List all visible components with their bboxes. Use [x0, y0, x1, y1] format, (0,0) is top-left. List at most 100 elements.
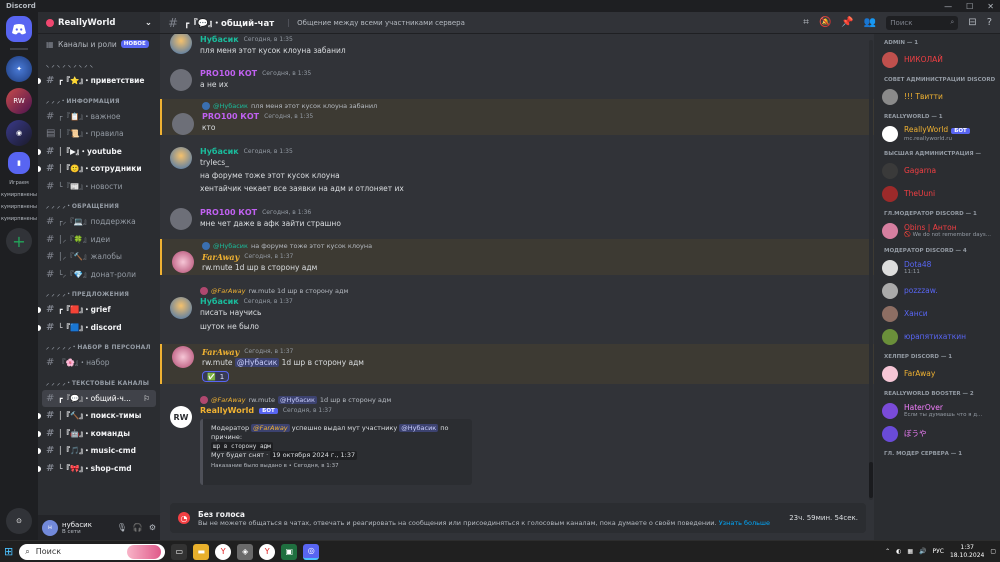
message-mention-highlight[interactable]: @Нубасик пля меня этот кусок клоуна забан…: [160, 99, 874, 135]
discover-icon[interactable]: ⊙: [6, 508, 32, 534]
message-author[interactable]: Нубасик: [200, 297, 239, 306]
channel-welcome[interactable]: # ┏『⭐』・приветствие: [38, 72, 160, 90]
avatar[interactable]: [882, 365, 898, 382]
avatar[interactable]: [172, 251, 194, 273]
message[interactable]: @FarAway rw.mute @Нубасик 1d шр в сторону а…: [160, 395, 874, 491]
channel-item[interactable]: # ┌⸝『💻』поддержка: [38, 213, 160, 231]
close-icon[interactable]: ✕: [987, 2, 994, 11]
avatar[interactable]: [172, 113, 194, 135]
server-label[interactable]: Играем: [9, 180, 28, 186]
avatar[interactable]: [882, 88, 898, 105]
server-label[interactable]: кумирпвнены: [1, 192, 37, 198]
channel-item[interactable]: ▤ │『📜』・правила: [38, 125, 160, 143]
member-item[interactable]: HaterOver Если ты думаешь что я д...: [874, 399, 1000, 422]
bot-avatar[interactable]: RW: [170, 406, 192, 428]
category-text[interactable]: ⸝ ⸝ ⸝ ⸝・ТЕКСТОВЫЕ КАНАЛЫ: [38, 372, 160, 390]
server-icon[interactable]: ✦: [6, 56, 32, 82]
pin-icon[interactable]: 📌: [841, 17, 853, 28]
member-item[interactable]: юрапятихаткин: [874, 325, 1000, 348]
channel-item[interactable]: # 『🌸』・набор: [38, 354, 160, 372]
member-item[interactable]: Obins | Антон 🚫 We do not remember days..…: [874, 219, 1000, 242]
reply-preview[interactable]: @FarAway rw.mute 1d шр в сторону адм: [200, 286, 874, 296]
message[interactable]: PRO100 КОТ Сегодня, в 1:35 а не их: [160, 68, 874, 91]
task-view-icon[interactable]: ▭: [171, 543, 188, 560]
server-icon[interactable]: RW: [6, 88, 32, 114]
member-item[interactable]: !!! Твитти: [874, 85, 1000, 108]
chevron-down-icon[interactable]: ⌄: [145, 18, 152, 28]
guild-header[interactable]: ReallyWorld ⌄: [38, 12, 160, 34]
file-explorer-icon[interactable]: ▬: [193, 543, 210, 560]
avatar[interactable]: [882, 402, 898, 419]
channel-item[interactable]: # │『🙂』・сотрудники: [38, 160, 160, 178]
message-author[interactable]: Нубасик: [200, 35, 239, 44]
member-item[interactable]: Gagarna: [874, 159, 1000, 182]
avatar[interactable]: [882, 222, 898, 239]
yandex-browser-icon[interactable]: Y: [215, 543, 232, 560]
yandex-icon[interactable]: Y: [259, 543, 276, 560]
scrollbar-track[interactable]: [869, 40, 873, 500]
search-input[interactable]: Поиск ⌕: [886, 15, 959, 30]
user-mention[interactable]: @FarAway: [251, 424, 290, 432]
volume-icon[interactable]: 🔊: [919, 548, 926, 555]
avatar[interactable]: [170, 297, 192, 319]
member-item[interactable]: ReallyWorld БОТ mc.reallyworld.ru: [874, 122, 1000, 145]
members-icon[interactable]: 👥: [864, 17, 876, 28]
help-icon[interactable]: ?: [987, 17, 992, 28]
avatar[interactable]: [882, 425, 898, 442]
network-icon[interactable]: ▦: [907, 548, 913, 555]
avatar[interactable]: [170, 34, 192, 54]
reaction-button[interactable]: ✅ 1: [202, 371, 230, 382]
avatar[interactable]: [170, 69, 192, 91]
discord-taskbar-icon[interactable]: ◎: [303, 543, 320, 560]
message-author[interactable]: PRO100 КОТ: [200, 208, 257, 217]
reply-preview[interactable]: @Нубасик пля меня этот кусок клоуна забан…: [202, 101, 874, 111]
member-item[interactable]: Ханси: [874, 302, 1000, 325]
message-author[interactable]: PRO100 КОТ: [200, 69, 257, 78]
message[interactable]: Нубасик Сегодня, в 1:35 пля меня этот кус…: [160, 34, 874, 56]
channel-item[interactable]: # │『▶』・youtube: [38, 143, 160, 161]
category-staff[interactable]: ⸝ ⸝ ⸝ ⸝ ⸝・НАБОР В ПЕРСОНАЛ: [38, 336, 160, 354]
server-label[interactable]: кумирпвнены: [1, 216, 37, 222]
reply-preview[interactable]: @Нубасик на форуме тоже этот кусок клоуна: [202, 241, 874, 251]
avatar[interactable]: [882, 125, 898, 142]
category-header[interactable]: ⸜ ⸝ ⸜ ⸝ ⸜ ⸝ ⸜ ⸝ ⸜: [38, 54, 160, 72]
avatar[interactable]: [882, 282, 898, 299]
message-author[interactable]: PRO100 КОТ: [202, 112, 259, 121]
message-mention-highlight[interactable]: FarAway Сегодня, в 1:37 rw.mute @Нубасик …: [160, 344, 874, 384]
avatar[interactable]: [882, 259, 898, 276]
threads-icon[interactable]: ⌗: [803, 17, 809, 28]
headphones-icon[interactable]: 🎧: [133, 523, 143, 532]
gear-icon[interactable]: ⚙: [149, 523, 156, 532]
maximize-icon[interactable]: ☐: [966, 2, 973, 11]
chevron-up-icon[interactable]: ⌃: [885, 548, 890, 555]
member-item[interactable]: TheUuni: [874, 182, 1000, 205]
member-item[interactable]: ぼうや: [874, 422, 1000, 445]
message-author[interactable]: Нубасик: [200, 147, 239, 156]
notifications-icon[interactable]: ▢: [990, 548, 996, 555]
avatar[interactable]: н: [42, 519, 58, 536]
avatar[interactable]: [882, 185, 898, 202]
member-item[interactable]: НИКОЛАЙ: [874, 48, 1000, 71]
notifications-icon[interactable]: 🔕: [819, 17, 831, 28]
user-mention[interactable]: @Нубасик: [399, 424, 439, 432]
member-item[interactable]: FarAway: [874, 362, 1000, 385]
clock[interactable]: 1:37 18.10.2024: [950, 544, 984, 560]
member-item[interactable]: pozzzaw.: [874, 279, 1000, 302]
channel-item[interactable]: # ┏『🟥』・grief: [38, 301, 160, 319]
category-suggestions[interactable]: ⸝ ⸝ ⸝ ⸝・ПРЕДЛОЖЕНИЯ: [38, 283, 160, 301]
windows-start-icon[interactable]: ⊞: [4, 545, 13, 558]
channel-item[interactable]: # └⸝『💎』донат-роли: [38, 266, 160, 284]
channel-item[interactable]: # ┌『📋』・важное: [38, 108, 160, 126]
inbox-icon[interactable]: ⊟: [968, 17, 976, 28]
channel-item[interactable]: # └『🟦』・discord: [38, 319, 160, 337]
avatar[interactable]: [882, 162, 898, 179]
scrollbar-thumb[interactable]: [869, 462, 873, 498]
channels-roles[interactable]: ▦ Каналы и роли НОВОЕ: [38, 34, 160, 54]
server-icon[interactable]: ◉: [6, 120, 32, 146]
avatar[interactable]: [170, 147, 192, 169]
message-mention-highlight[interactable]: @Нубасик на форуме тоже этот кусок клоуна…: [160, 239, 874, 275]
message-author[interactable]: ReallyWorld: [200, 406, 254, 415]
message[interactable]: PRO100 КОТ Сегодня, в 1:36 мне чет даже в…: [160, 207, 874, 230]
learn-more-link[interactable]: Узнать больше: [719, 519, 770, 527]
message-author[interactable]: FarAway: [202, 347, 239, 357]
